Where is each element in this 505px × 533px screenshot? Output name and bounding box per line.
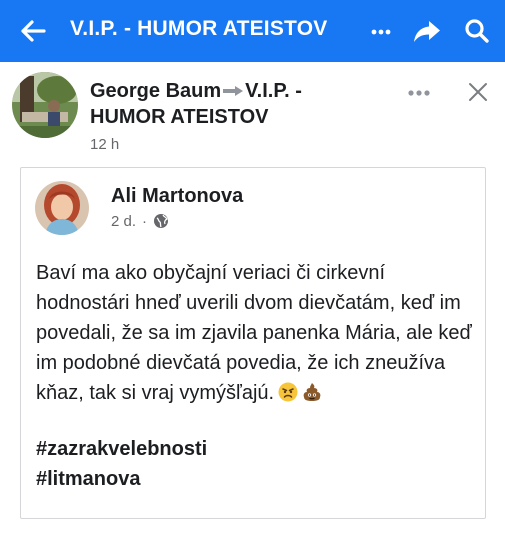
avatar-ali[interactable]	[35, 181, 89, 235]
share-arrow-icon[interactable]	[410, 14, 444, 48]
angry-face-emoji	[278, 382, 298, 402]
hashtag-link[interactable]: #zazrakvelebnosti	[36, 438, 207, 461]
post-body: Baví ma ako obyčajní veriaci či cirkevní…	[36, 262, 472, 404]
shared-timestamp[interactable]: 2 d.	[111, 213, 136, 230]
hashtag-link[interactable]: #litmanova	[36, 468, 140, 491]
group-title: V.I.P. - HUMOR ATEISTOV	[70, 17, 328, 40]
shared-post-text: Baví ma ako obyčajní veriaci či cirkevní…	[36, 258, 476, 408]
pile-of-poo-emoji	[303, 383, 321, 401]
shared-author-name[interactable]: Ali Martonova	[111, 185, 243, 208]
arrow-left-icon[interactable]	[16, 14, 50, 48]
avatar-george[interactable]	[12, 72, 78, 138]
post-author-name[interactable]: George Baum	[90, 80, 221, 102]
meta-separator: ·	[142, 213, 148, 230]
ellipsis-icon[interactable]	[364, 14, 398, 48]
post-timestamp[interactable]: 12 h	[90, 136, 119, 153]
post-group-name-1[interactable]: V.I.P. -	[245, 80, 302, 102]
close-icon[interactable]	[466, 80, 490, 104]
post-options-icon[interactable]	[404, 82, 434, 104]
post-group-name-2[interactable]: HUMOR ATEISTOV	[90, 106, 269, 128]
search-icon[interactable]	[460, 14, 494, 48]
triangle-arrow-icon	[223, 85, 244, 96]
post-author-line: George Baum V.I.P. - HUMOR ATEISTOV	[90, 78, 400, 130]
top-bar: V.I.P. - HUMOR ATEISTOV	[0, 0, 505, 62]
shared-meta: 2 d. ·	[111, 213, 169, 230]
globe-icon	[154, 214, 169, 228]
